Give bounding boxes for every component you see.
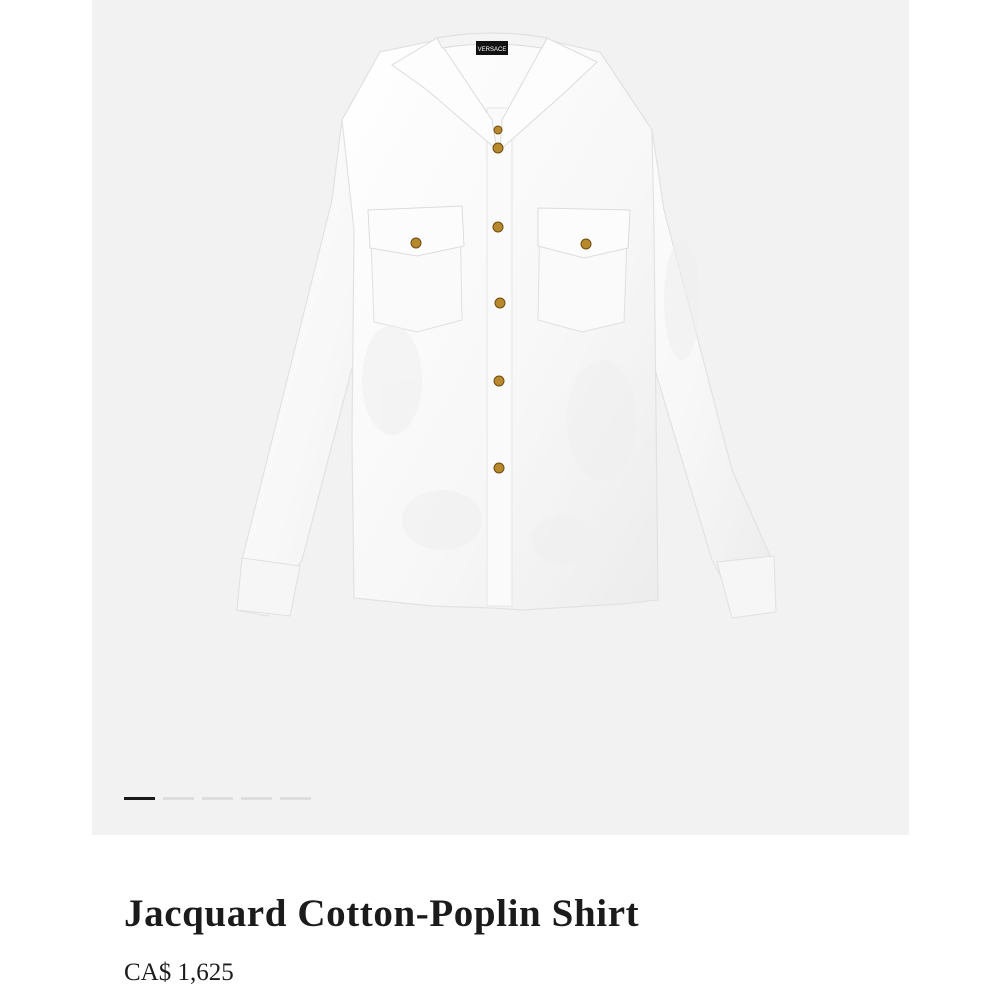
- shirt-right-cuff: [716, 555, 777, 619]
- shirt-button: [493, 375, 505, 387]
- product-price: CA$ 1,625: [124, 959, 234, 986]
- pager-dot-1[interactable]: [124, 797, 155, 800]
- shirt-left-cuff: [236, 557, 301, 617]
- product-title: Jacquard Cotton-Poplin Shirt: [124, 892, 640, 935]
- shirt-button: [492, 142, 504, 154]
- shirt-button: [493, 462, 505, 474]
- gallery-pager: [124, 797, 311, 800]
- shirt-button: [492, 221, 504, 233]
- pager-dot-4[interactable]: [241, 797, 272, 800]
- shirt-button: [494, 297, 506, 309]
- product-image-shirt[interactable]: VERSACE: [92, 0, 909, 835]
- product-gallery[interactable]: VERSACE: [92, 0, 909, 835]
- product-info: Jacquard Cotton-Poplin Shirt CA$ 1,625: [124, 890, 884, 988]
- shirt-button: [580, 238, 592, 250]
- product-card: VERSACE Jacquard Cotton-Poplin Shirt CA$…: [92, 0, 909, 1000]
- pager-dot-3[interactable]: [202, 797, 233, 800]
- pager-dot-2[interactable]: [163, 797, 194, 800]
- shirt-button: [410, 237, 422, 249]
- brand-label-text: VERSACE: [478, 47, 507, 53]
- page-margin-left: [0, 0, 92, 1000]
- page-margin-right: [909, 0, 1000, 1000]
- pager-dot-5[interactable]: [280, 797, 311, 800]
- shirt-placket: [486, 107, 513, 607]
- shirt-button: [493, 125, 503, 135]
